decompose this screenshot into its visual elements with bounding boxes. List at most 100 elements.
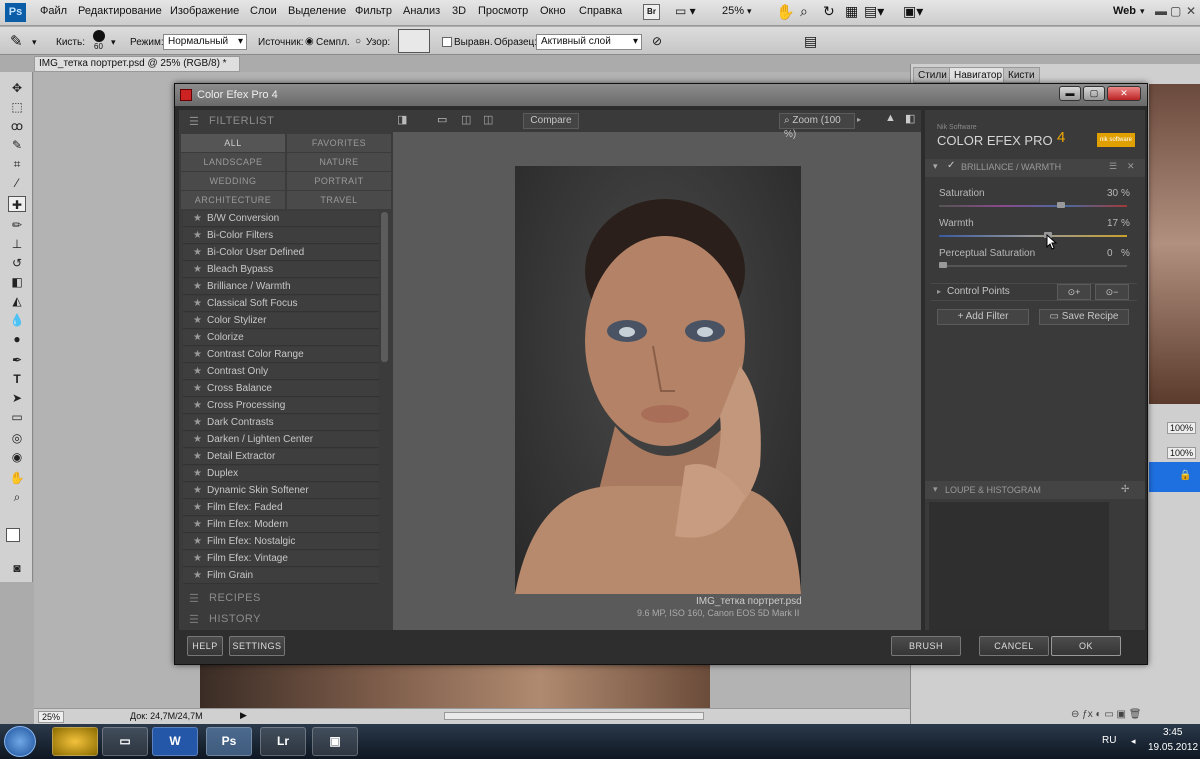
filterlist-scrollbar[interactable] xyxy=(381,212,388,362)
dialog-maximize-icon[interactable]: ▢ xyxy=(1083,86,1105,101)
tab-brushes[interactable]: Кисти xyxy=(1003,67,1040,83)
blur-tool-icon[interactable]: 💧 xyxy=(8,312,26,328)
workspace-switcher[interactable]: Web xyxy=(1113,5,1136,17)
history-header[interactable]: HISTORY xyxy=(209,613,261,625)
3d-orbit-tool-icon[interactable]: ◉ xyxy=(8,449,26,465)
add-positive-point-button[interactable]: ⊙+ xyxy=(1057,284,1091,300)
category-travel[interactable]: TRAVEL xyxy=(287,191,391,209)
filter-item[interactable]: ★ Darken / Lighten Center xyxy=(183,432,379,448)
brush-button[interactable]: BRUSH xyxy=(891,636,961,656)
pen-tool-icon[interactable]: ✒ xyxy=(8,352,26,368)
filter-item[interactable]: ★ B/W Conversion xyxy=(183,211,379,227)
filter-item[interactable]: ★ Bi-Color User Defined xyxy=(183,245,379,261)
language-indicator[interactable]: RU xyxy=(1102,735,1116,746)
filter-item[interactable]: ★ Film Grain xyxy=(183,568,379,584)
status-zoom[interactable]: 25% xyxy=(38,711,65,723)
document-tab[interactable]: IMG_тетка портрет.psd @ 25% (RGB/8) * ✕ xyxy=(34,56,240,83)
menu-window[interactable]: Окно xyxy=(540,5,566,17)
minimize-icon[interactable]: ▬ xyxy=(1155,4,1167,18)
slider-track[interactable] xyxy=(938,262,1127,268)
healing-brush-icon[interactable]: ✎ xyxy=(10,32,23,50)
category-all[interactable]: ALL xyxy=(181,134,285,152)
filter-item[interactable]: ★ Film Efex: Vintage xyxy=(183,551,379,567)
favorite-star-icon[interactable]: ★ xyxy=(193,213,202,224)
dialog-close-icon[interactable]: ✕ xyxy=(1107,86,1141,101)
filter-item[interactable]: ★ Dynamic Skin Softener xyxy=(183,483,379,499)
tray-chevron-icon[interactable]: ◂ xyxy=(1131,736,1136,747)
favorite-star-icon[interactable]: ★ xyxy=(193,468,202,479)
source-sampled-radio[interactable]: ◉ xyxy=(305,36,314,47)
path-select-tool-icon[interactable]: ➤ xyxy=(8,390,26,406)
menu-analysis[interactable]: Анализ xyxy=(403,5,440,17)
panel-right-toggle-icon[interactable]: ◧ xyxy=(905,112,915,125)
recipes-icon[interactable]: ☰ xyxy=(189,592,199,605)
favorite-star-icon[interactable]: ★ xyxy=(193,230,202,241)
foreground-color-swatch[interactable] xyxy=(6,528,20,542)
horizontal-scrollbar[interactable] xyxy=(444,712,704,720)
filter-item[interactable]: ★ Cross Balance xyxy=(183,381,379,397)
favorite-star-icon[interactable]: ★ xyxy=(193,502,202,513)
menu-file[interactable]: Файл xyxy=(40,5,67,17)
mode-select[interactable]: Нормальный xyxy=(163,34,247,50)
favorite-star-icon[interactable]: ★ xyxy=(193,434,202,445)
filter-menu-icon[interactable]: ☰ xyxy=(1109,161,1117,172)
healing-tool-icon[interactable]: ✚ xyxy=(8,196,26,212)
hand-icon[interactable]: ✋ xyxy=(776,3,795,21)
zoom-tool-icon[interactable]: ⌕ xyxy=(8,489,26,505)
taskbar-photoshop-button[interactable]: Ps xyxy=(206,727,252,756)
brush-tool-icon[interactable]: ✏ xyxy=(8,217,26,233)
menu-layers[interactable]: Слои xyxy=(250,5,277,17)
zoom-chevron-icon[interactable]: ▾ xyxy=(747,6,752,17)
layers-fill[interactable]: 100% xyxy=(1167,447,1197,459)
workspace-chevron-icon[interactable]: ▾ xyxy=(1140,6,1145,17)
category-favorites[interactable]: FAVORITES xyxy=(287,134,391,152)
taskbar-lightroom-button[interactable]: Lr xyxy=(260,727,306,756)
filter-item[interactable]: ★ Film Efex: Modern xyxy=(183,517,379,533)
hand-tool-icon[interactable]: ✋ xyxy=(8,470,26,486)
taskbar-explorer-icon[interactable]: ▭ xyxy=(102,727,148,756)
split-view-icon[interactable]: ◫ xyxy=(461,113,471,126)
ok-button[interactable]: OK xyxy=(1051,636,1121,656)
favorite-star-icon[interactable]: ★ xyxy=(193,553,202,564)
bridge-icon[interactable]: Br xyxy=(643,4,660,20)
menu-filter[interactable]: Фильтр xyxy=(355,5,392,17)
taskbar-word-icon[interactable]: W xyxy=(152,727,198,756)
filter-item[interactable]: ★ Color Stylizer xyxy=(183,313,379,329)
pattern-picker[interactable] xyxy=(398,29,430,53)
favorite-star-icon[interactable]: ★ xyxy=(193,298,202,309)
close-icon[interactable]: ✕ xyxy=(1186,4,1196,18)
filter-item[interactable]: ★ Bi-Color Filters xyxy=(183,228,379,244)
category-architecture[interactable]: ARCHITECTURE xyxy=(181,191,285,209)
favorite-star-icon[interactable]: ★ xyxy=(193,570,202,581)
save-recipe-button[interactable]: ▭ Save Recipe xyxy=(1039,309,1129,325)
tab-styles[interactable]: Стили xyxy=(913,67,952,83)
category-nature[interactable]: NATURE xyxy=(287,153,391,171)
menu-image[interactable]: Изображение xyxy=(170,5,239,17)
filter-item[interactable]: ★ Detail Extractor xyxy=(183,449,379,465)
shape-tool-icon[interactable]: ▭ xyxy=(8,409,26,425)
filter-item[interactable]: ★ Duplex xyxy=(183,466,379,482)
crop-tool-icon[interactable]: ⌗ xyxy=(8,156,26,172)
layer-buttons[interactable]: ⊖ ƒx ◐ ▭ ▣ 🗑 xyxy=(1071,709,1141,720)
filter-remove-icon[interactable]: ✕ xyxy=(1127,161,1135,172)
source-pattern-radio[interactable]: ○ xyxy=(355,36,361,47)
slider-track[interactable] xyxy=(939,232,1127,238)
brush-chevron-icon[interactable]: ▾ xyxy=(111,37,116,48)
favorite-star-icon[interactable]: ★ xyxy=(193,383,202,394)
dialog-minimize-icon[interactable]: ▬ xyxy=(1059,86,1081,101)
bg-toggle-icon[interactable]: ▲ xyxy=(885,112,896,124)
favorite-star-icon[interactable]: ★ xyxy=(193,451,202,462)
favorite-star-icon[interactable]: ★ xyxy=(193,349,202,360)
favorite-star-icon[interactable]: ★ xyxy=(193,417,202,428)
move-tool-icon[interactable]: ✥ xyxy=(8,80,26,96)
marquee-tool-icon[interactable]: ⬚ xyxy=(8,99,26,115)
category-wedding[interactable]: WEDDING xyxy=(181,172,285,190)
slider-knob[interactable] xyxy=(938,262,947,268)
tool-preset-chevron-icon[interactable]: ▾ xyxy=(32,37,37,48)
history-icon[interactable]: ☰ xyxy=(189,613,199,626)
favorite-star-icon[interactable]: ★ xyxy=(193,519,202,530)
recipes-header[interactable]: RECIPES xyxy=(209,592,261,604)
filterlist-menu-icon[interactable]: ☰ xyxy=(189,115,199,128)
rotate-view-icon[interactable]: ↻ xyxy=(823,3,835,20)
favorite-star-icon[interactable]: ★ xyxy=(193,247,202,258)
